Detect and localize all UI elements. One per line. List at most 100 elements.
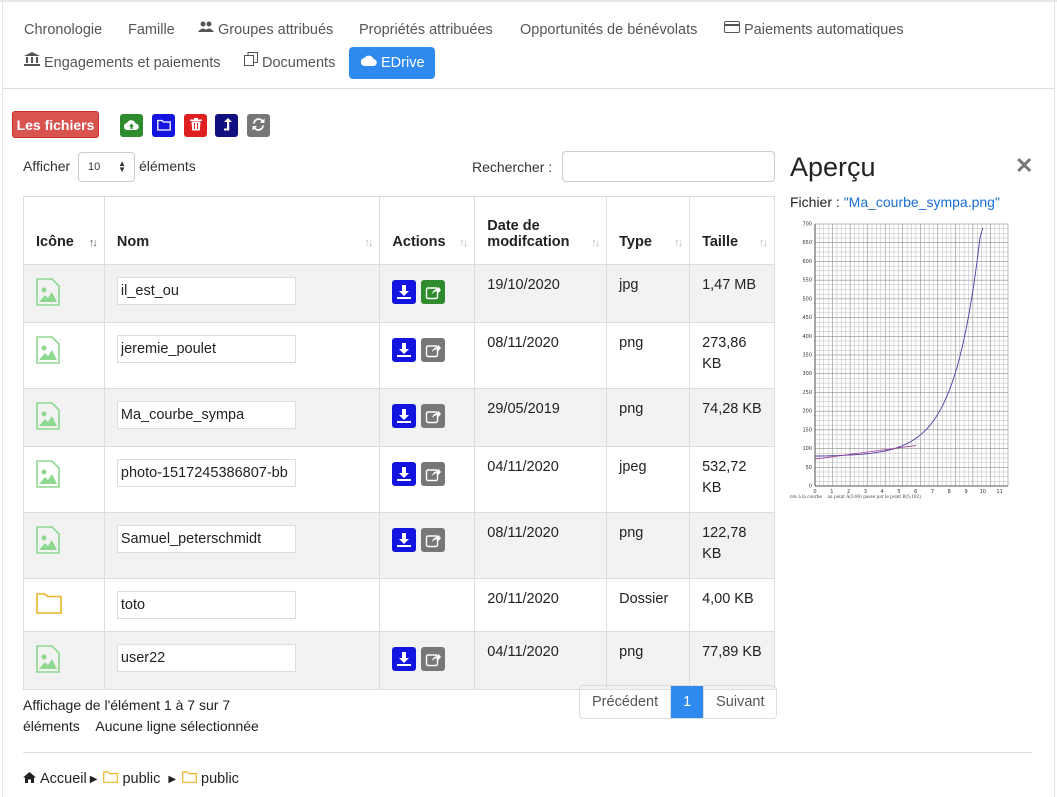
col-header-type[interactable]: Type ↑↓ bbox=[606, 196, 691, 265]
file-name-input[interactable] bbox=[116, 525, 296, 553]
table-row[interactable]: 29/05/2019 png 74,28 KB bbox=[23, 388, 775, 447]
col-header-actions[interactable]: Actions ↑↓ bbox=[379, 196, 476, 265]
download-button[interactable] bbox=[392, 528, 417, 552]
breadcrumb-item[interactable]: public bbox=[201, 771, 239, 787]
folder-icon bbox=[36, 593, 62, 618]
actions-cell bbox=[379, 631, 476, 690]
name-cell bbox=[103, 631, 381, 690]
table-row[interactable]: 04/11/2020 jpeg 532,72 KB bbox=[23, 446, 775, 513]
breadcrumb-home[interactable]: Accueil bbox=[40, 771, 87, 787]
tab-opportunites-benevolats[interactable]: Opportunités de bénévolats bbox=[508, 14, 709, 46]
col-header-icon[interactable]: Icône ↑↓ bbox=[23, 196, 105, 265]
table-info: Affichage de l'élément 1 à 7 sur 7 éléme… bbox=[23, 695, 323, 737]
col-header-date[interactable]: Date de modifcation ↑↓ bbox=[474, 196, 608, 265]
share-button[interactable] bbox=[421, 528, 446, 552]
share-button[interactable] bbox=[421, 404, 446, 428]
share-button[interactable] bbox=[421, 462, 446, 486]
header-label: Date de bbox=[487, 218, 540, 234]
tab-documents[interactable]: Documents bbox=[232, 47, 347, 79]
table-row[interactable]: 08/11/2020 png 273,86 KB bbox=[23, 322, 775, 389]
folder-icon bbox=[156, 118, 171, 134]
caret-right-icon: ▶ bbox=[168, 773, 177, 785]
tab-paiements-automatiques[interactable]: Paiements automatiques bbox=[712, 14, 916, 46]
download-icon bbox=[397, 652, 412, 666]
tab-famille[interactable]: Famille bbox=[116, 14, 187, 46]
preview-file-link[interactable]: "Ma_courbe_sympa.png" bbox=[844, 194, 1000, 210]
credit-card-icon bbox=[724, 13, 740, 45]
file-name-input[interactable] bbox=[116, 644, 296, 672]
breadcrumb-item[interactable]: public bbox=[122, 771, 160, 787]
page-length-select[interactable]: 10 ▲ ▼ bbox=[78, 152, 135, 182]
col-header-size[interactable]: Taille ↑↓ bbox=[689, 196, 775, 265]
close-icon[interactable]: ✕ bbox=[1015, 153, 1033, 179]
share-button[interactable] bbox=[421, 280, 446, 304]
actions-cell bbox=[379, 264, 476, 323]
tab-proprietes-attribuees[interactable]: Propriétés attribuées bbox=[347, 14, 505, 46]
y-tick-label: 700 bbox=[802, 222, 812, 228]
tab-edrive[interactable]: EDrive bbox=[349, 47, 435, 79]
download-icon bbox=[397, 467, 412, 481]
name-cell bbox=[103, 446, 381, 513]
level-up-icon bbox=[222, 117, 232, 134]
download-button[interactable] bbox=[392, 338, 417, 362]
size-cell: 1,47 MB bbox=[689, 264, 775, 323]
file-name-input[interactable] bbox=[116, 401, 296, 429]
tab-chronologie[interactable]: Chronologie bbox=[12, 14, 114, 46]
file-name-input[interactable] bbox=[116, 335, 296, 363]
size-value: 1,47 MB bbox=[702, 277, 757, 293]
share-button[interactable] bbox=[421, 647, 446, 671]
size-cell: 77,89 KB bbox=[689, 631, 775, 690]
pagination: Précédent 1 Suivant bbox=[579, 685, 778, 719]
new-folder-button[interactable] bbox=[152, 114, 175, 137]
pagination-page-1[interactable]: 1 bbox=[671, 686, 704, 718]
download-icon bbox=[397, 533, 412, 547]
cloud-upload-icon bbox=[123, 118, 139, 134]
name-cell bbox=[103, 264, 381, 323]
pagination-next[interactable]: Suivant bbox=[703, 686, 776, 718]
file-name-input[interactable] bbox=[116, 591, 296, 619]
y-tick-label: 400 bbox=[802, 334, 812, 340]
table-row[interactable]: 08/11/2020 png 122,78 KB bbox=[23, 512, 775, 579]
share-icon bbox=[426, 653, 442, 667]
download-button[interactable] bbox=[392, 404, 417, 428]
select-arrows-icon: ▲ ▼ bbox=[118, 159, 126, 174]
table-row[interactable]: 20/11/2020 Dossier 4,00 KB bbox=[23, 578, 775, 632]
file-name-input[interactable] bbox=[116, 277, 296, 305]
delete-button[interactable] bbox=[184, 114, 207, 137]
download-button[interactable] bbox=[392, 280, 417, 304]
sort-icon: ↑↓ bbox=[364, 237, 373, 249]
name-cell bbox=[103, 512, 381, 579]
search-input[interactable] bbox=[562, 151, 775, 182]
pagination-previous[interactable]: Précédent bbox=[580, 686, 672, 718]
size-unit: KB bbox=[702, 546, 722, 562]
date-cell: 04/11/2020 bbox=[474, 446, 608, 513]
files-button[interactable]: Les fichiers bbox=[12, 111, 99, 138]
y-tick-label: 0 bbox=[809, 484, 812, 490]
date-value: 08/11/2020 bbox=[487, 525, 559, 541]
actions-cell bbox=[379, 322, 476, 389]
parent-folder-button[interactable] bbox=[215, 114, 238, 137]
icon-cell bbox=[23, 322, 105, 389]
folder-icon bbox=[182, 771, 197, 787]
download-button[interactable] bbox=[392, 647, 417, 671]
table-row[interactable]: 19/10/2020 jpg 1,47 MB bbox=[23, 264, 775, 323]
sort-icon: ↑↓ bbox=[759, 237, 768, 249]
tab-groupes-attribues[interactable]: Groupes attribués bbox=[186, 14, 345, 46]
upload-button[interactable] bbox=[120, 114, 143, 137]
size-value: 122,78 bbox=[702, 525, 747, 541]
col-header-name[interactable]: Nom ↑↓ bbox=[103, 196, 381, 265]
image-icon bbox=[36, 278, 60, 310]
selection-info: Aucune ligne sélectionnée bbox=[95, 718, 259, 734]
preview-title: Aperçu bbox=[790, 152, 876, 182]
refresh-button[interactable] bbox=[247, 114, 270, 137]
sort-asc-icon: ↑↓ bbox=[88, 237, 98, 249]
size-cell: 273,86 KB bbox=[689, 322, 775, 389]
download-button[interactable] bbox=[392, 462, 417, 486]
file-name-input[interactable] bbox=[116, 459, 296, 487]
share-button[interactable] bbox=[421, 338, 446, 362]
download-icon bbox=[397, 285, 412, 299]
tab-engagements-paiements[interactable]: Engagements et paiements bbox=[12, 47, 233, 79]
table-row[interactable]: 04/11/2020 png 77,89 KB bbox=[23, 631, 775, 690]
image-icon bbox=[36, 645, 60, 677]
search-label: Rechercher : bbox=[472, 159, 553, 175]
